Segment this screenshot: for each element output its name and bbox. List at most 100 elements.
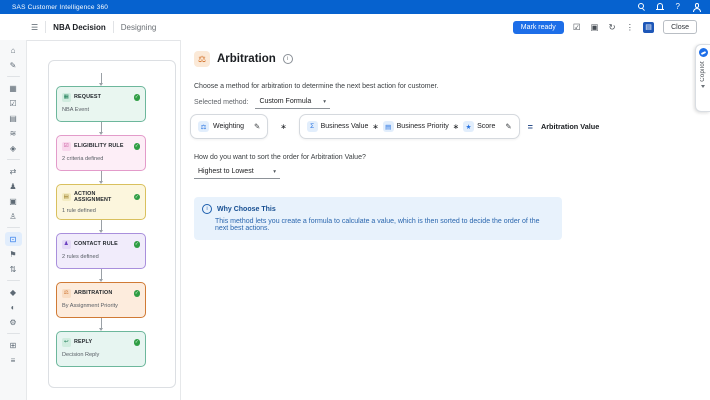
node-type-icon: ↩: [62, 338, 71, 347]
nav-events-icon[interactable]: ⚑: [5, 247, 22, 261]
menu-icon[interactable]: ☰: [31, 23, 38, 32]
node-subtitle: By Assignment Priority: [62, 303, 140, 309]
chevron-down-icon: [701, 85, 705, 88]
edit-pencil-icon[interactable]: ✎: [254, 122, 260, 131]
method-label: Selected method:: [194, 99, 248, 106]
nav-settings-icon[interactable]: ⚙: [5, 315, 22, 329]
more-options-icon[interactable]: ⋮: [626, 23, 635, 32]
flow-node[interactable]: ☑ ELIGIBILITY RULE ✓ 2 criteria defined: [56, 135, 146, 171]
flow-node[interactable]: ♟ CONTACT RULE ✓ 2 rules defined: [56, 233, 146, 269]
rail-divider: [7, 333, 20, 334]
copilot-panel-toggle-icon[interactable]: ▤: [643, 22, 654, 33]
toolbar: ☰ NBA Decision Designing Mark ready ☑ ▣ …: [0, 14, 710, 41]
sort-question: How do you want to sort the order for Ar…: [194, 154, 366, 161]
nav-assets-icon[interactable]: ◆: [5, 285, 22, 299]
node-subtitle: NBA Event: [62, 107, 140, 113]
weighting-card[interactable]: ⚖ Weighting ✎: [190, 114, 268, 139]
divider: [45, 21, 46, 33]
copilot-tab[interactable]: Copilot: [695, 44, 710, 112]
equals-sign: =: [528, 122, 533, 132]
node-type-icon: ▦: [62, 93, 71, 102]
sort-order-select[interactable]: Highest to Lowest ▾: [194, 166, 280, 179]
nav-documents-icon[interactable]: ▤: [5, 111, 22, 125]
factors-card[interactable]: Σ Business Value ∗ ▤ Business Priority ∗…: [299, 114, 520, 139]
flow-node[interactable]: ▦ REQUEST ✓ NBA Event: [56, 86, 146, 122]
factor-chip[interactable]: ▤ Business Priority: [383, 121, 449, 132]
nav-media-icon[interactable]: ▣: [5, 194, 22, 208]
weighting-icon: ⚖: [198, 121, 209, 132]
nav-flows-icon[interactable]: ⇅: [5, 262, 22, 276]
method-value: Custom Formula: [259, 98, 311, 105]
status-badge: Designing: [121, 23, 157, 32]
factor-icon: ★: [463, 121, 474, 132]
mark-ready-button[interactable]: Mark ready: [513, 21, 564, 34]
formula-builder: ⚖ Weighting ✎ ∗ Σ Business Value ∗: [190, 114, 599, 139]
rail-divider: [7, 76, 20, 77]
factor-chips: Σ Business Value ∗ ▤ Business Priority ∗…: [307, 121, 496, 132]
node-subtitle: 2 rules defined: [62, 254, 140, 260]
nav-globe-icon[interactable]: ◐: [5, 300, 22, 314]
node-title: ELIGIBILITY RULE: [74, 143, 131, 149]
valid-check-icon: ✓: [134, 94, 141, 101]
flow-connector-arrow: [56, 73, 146, 86]
decision-flow-panel: ▦ REQUEST ✓ NBA Event ☑ ELIGIBILITY RULE…: [48, 60, 176, 388]
nav-logs-icon[interactable]: ≡: [5, 353, 22, 367]
help-icon[interactable]: [674, 3, 682, 11]
nav-tags-icon[interactable]: ◈: [5, 141, 22, 155]
topbar-icons: [638, 3, 700, 11]
node-type-icon: ☑: [62, 142, 71, 151]
nav-compose-icon[interactable]: ✎: [5, 58, 22, 72]
flow-node[interactable]: ⚖ ARBITRATION ✓ By Assignment Priority: [56, 282, 146, 318]
rail-divider: [7, 280, 20, 281]
search-icon[interactable]: [638, 3, 646, 11]
arbitration-icon: ⚖: [194, 51, 210, 67]
toolbar-icons: ☑ ▣ ↻ ⋮: [573, 23, 634, 32]
nav-users-icon[interactable]: ♙: [5, 209, 22, 223]
flow-node[interactable]: ↩ REPLY ✓ Decision Reply: [56, 331, 146, 367]
factor-label: Business Value: [321, 123, 369, 130]
notifications-icon[interactable]: [656, 3, 664, 11]
chevron-down-icon: ▾: [323, 99, 326, 105]
node-subtitle: 2 criteria defined: [62, 156, 140, 162]
nav-home-icon[interactable]: ⌂: [5, 43, 22, 57]
why-choose-title: Why Choose This: [217, 206, 276, 213]
node-title: REPLY: [74, 339, 131, 345]
multiply-operator: ∗: [280, 122, 286, 131]
method-select[interactable]: Custom Formula ▾: [255, 96, 330, 109]
save-icon[interactable]: ▣: [590, 23, 598, 32]
nav-journeys-icon[interactable]: ⇄: [5, 164, 22, 178]
factor-chip[interactable]: Σ Business Value: [307, 121, 369, 132]
nav-data-icon[interactable]: ▦: [5, 81, 22, 95]
info-icon[interactable]: i: [283, 54, 293, 64]
node-title: ARBITRATION: [74, 290, 131, 296]
left-nav-rail: ⌂ ✎ ▦ ☑ ▤ ≋ ◈ ⇄ ♟ ▣ ♙ ⊡ ⚑: [0, 40, 27, 400]
factor-label: Business Priority: [397, 123, 449, 130]
rail-divider: [7, 159, 20, 160]
user-icon[interactable]: [692, 3, 700, 11]
node-title: ACTION ASSIGNMENT: [74, 191, 131, 203]
why-choose-icon: i: [202, 204, 212, 214]
nav-connections-icon[interactable]: ≋: [5, 126, 22, 140]
edit-pencil-icon[interactable]: ✎: [505, 122, 511, 131]
refresh-icon[interactable]: ↻: [608, 23, 615, 32]
nav-decisions-icon[interactable]: ⊡: [5, 232, 22, 246]
sort-order-value: Highest to Lowest: [198, 168, 254, 175]
valid-check-icon: ✓: [134, 194, 141, 201]
nav-archive-icon[interactable]: ⊞: [5, 338, 22, 352]
nav-audiences-icon[interactable]: ♟: [5, 179, 22, 193]
validate-icon[interactable]: ☑: [573, 23, 581, 32]
multiply-operator: ∗: [372, 122, 378, 131]
arbitration-panel: ⚖ Arbitration i Choose a method for arbi…: [181, 40, 710, 400]
copilot-logo-icon: [699, 48, 708, 57]
valid-check-icon: ✓: [134, 339, 141, 346]
close-button[interactable]: Close: [663, 20, 697, 34]
node-type-icon: ♟: [62, 240, 71, 249]
valid-check-icon: ✓: [134, 290, 141, 297]
copilot-label: Copilot: [700, 61, 706, 82]
nav-plans-icon[interactable]: ☑: [5, 96, 22, 110]
flow-node[interactable]: ▤ ACTION ASSIGNMENT ✓ 1 rule defined: [56, 184, 146, 220]
valid-check-icon: ✓: [134, 241, 141, 248]
flow-connector-arrow: [56, 122, 146, 135]
node-title: CONTACT RULE: [74, 241, 131, 247]
factor-chip[interactable]: ★ Score: [463, 121, 495, 132]
